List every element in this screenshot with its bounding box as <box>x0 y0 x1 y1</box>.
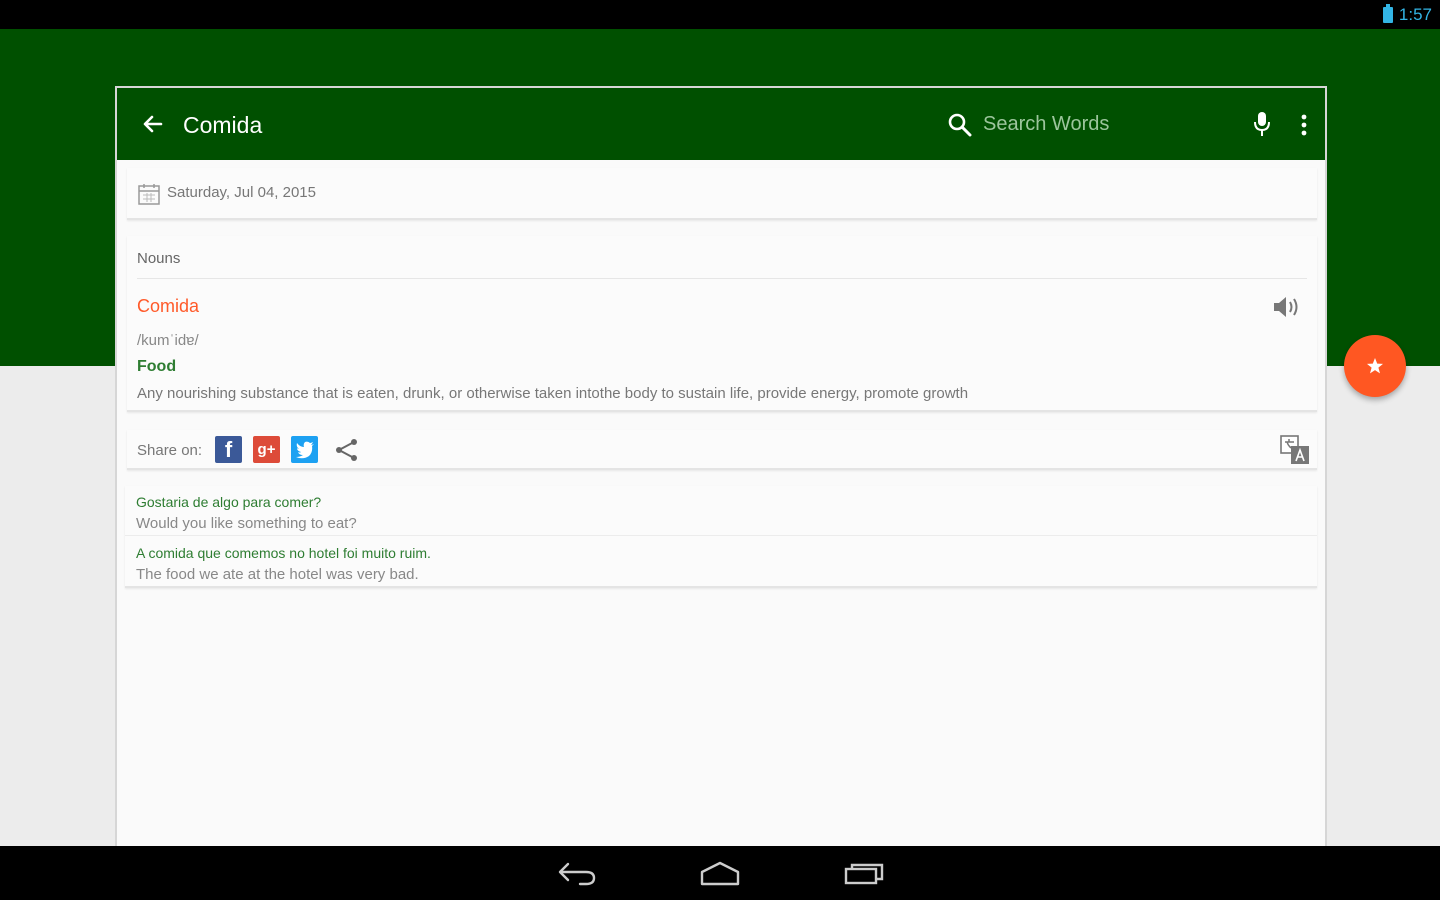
calendar-icon <box>137 182 161 206</box>
battery-icon <box>1382 4 1393 23</box>
share-icon[interactable] <box>333 436 361 464</box>
divider <box>137 278 1307 279</box>
share-label: Share on: <box>137 442 203 459</box>
nav-home-icon[interactable] <box>698 858 742 888</box>
facebook-share-button[interactable]: f <box>215 436 242 463</box>
app-toolbar: Comida <box>117 88 1325 160</box>
part-of-speech: Nouns <box>137 250 181 267</box>
status-indicators: 1:57 <box>1382 4 1432 25</box>
google-plus-icon: g+ <box>257 441 276 458</box>
example-portuguese: A comida que comemos no hotel foi muito … <box>136 545 431 561</box>
date-row: Saturday, Jul 04, 2015 <box>127 168 1317 220</box>
facebook-icon: f <box>224 436 233 462</box>
nav-back-icon[interactable] <box>556 858 598 888</box>
search-icon[interactable] <box>947 112 973 138</box>
word-entry: Nouns Comida /kumˈidɐ/ Food Any nourishi… <box>127 236 1317 412</box>
google-plus-share-button[interactable]: g+ <box>253 436 280 463</box>
translate-icon[interactable] <box>1279 434 1311 466</box>
status-clock: 1:57 <box>1398 5 1432 24</box>
phonetic-transcription: /kumˈidɐ/ <box>137 332 199 349</box>
star-icon <box>1367 358 1383 374</box>
more-options-icon[interactable] <box>1297 112 1311 138</box>
example-english: The food we ate at the hotel was very ba… <box>136 566 419 583</box>
nav-recents-icon[interactable] <box>842 858 888 888</box>
example-sentences: Gostaria de algo para comer? Would you l… <box>125 486 1317 588</box>
back-arrow-icon[interactable] <box>139 110 167 138</box>
page-title: Comida <box>183 112 263 138</box>
status-bar: 1:57 <box>0 0 1440 29</box>
microphone-icon[interactable] <box>1251 110 1273 138</box>
twitter-icon <box>295 441 314 458</box>
favorite-fab-button[interactable] <box>1344 335 1406 397</box>
twitter-share-button[interactable] <box>291 436 318 463</box>
speaker-icon[interactable] <box>1271 294 1301 320</box>
share-row: Share on: f g+ <box>127 430 1317 470</box>
search-input[interactable] <box>983 108 1223 140</box>
word-heading: Comida <box>137 296 200 316</box>
translation: Food <box>137 358 177 375</box>
example-portuguese: Gostaria de algo para comer? <box>136 494 322 510</box>
entry-date: Saturday, Jul 04, 2015 <box>167 184 316 201</box>
example-english: Would you like something to eat? <box>136 515 357 532</box>
word-detail-card: Comida Search Words Saturday, Jul 04, 20… <box>115 86 1327 846</box>
definition: Any nourishing substance that is eaten, … <box>137 385 969 402</box>
list-item: A comida que comemos no hotel foi muito … <box>125 537 1317 587</box>
system-navigation-bar <box>0 846 1440 900</box>
list-item: Gostaria de algo para comer? Would you l… <box>125 486 1317 536</box>
